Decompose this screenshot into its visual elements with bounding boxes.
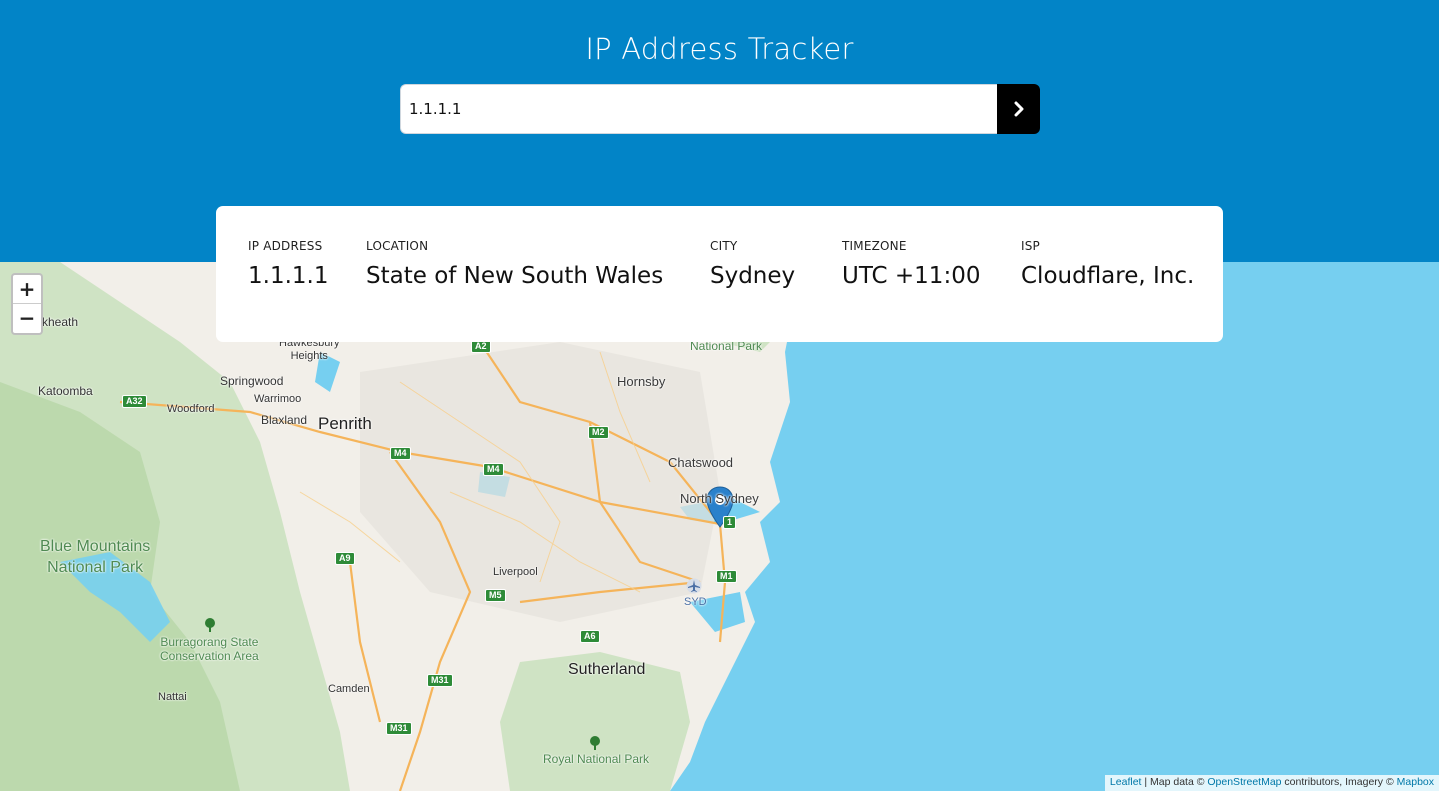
info-value: UTC +11:00 [842,263,981,289]
road-shield: M4 [390,447,411,460]
map-label-hornsby: Hornsby [617,374,666,389]
search-submit-button[interactable] [997,84,1040,134]
info-label: TIMEZONE [842,239,907,253]
map-label-camden: Camden [328,683,370,695]
info-label: CITY [710,239,738,253]
map-label-woodford: Woodford [167,403,215,415]
search-bar [400,84,1040,134]
zoom-in-button[interactable]: + [13,275,41,304]
map-label-north-sydney: North Sydney [680,491,759,506]
leaflet-link[interactable]: Leaflet [1110,776,1142,788]
attribution-text: | Map data © [1141,776,1208,788]
page-title: IP Address Tracker [585,32,854,66]
map-label-chatswood: Chatswood [668,455,734,470]
airport-icon [686,578,702,594]
info-card: IP ADDRESS 1.1.1.1 LOCATION State of New… [216,206,1223,342]
map-label-penrith: Penrith [318,414,372,433]
zoom-control: + − [11,273,43,335]
map-label-blaxland: Blaxland [261,413,308,427]
info-timezone: TIMEZONE UTC +11:00 [842,239,980,289]
osm-link[interactable]: OpenStreetMap [1207,776,1281,788]
road-shield: M31 [427,674,453,687]
map-label-liverpool: Liverpool [493,566,538,578]
map-label-royal-national-park: Royal National Park [543,752,650,766]
info-city: CITY Sydney [710,239,795,289]
road-shield: A6 [580,630,600,643]
road-shield: M4 [483,463,504,476]
info-ip-address: IP ADDRESS 1.1.1.1 [248,239,328,289]
road-shield: A32 [122,395,147,408]
info-label: LOCATION [366,239,429,253]
info-value: Cloudflare, Inc. [1021,263,1195,289]
park-icon [205,618,215,632]
road-shield: M5 [485,589,506,602]
info-label: ISP [1021,239,1040,253]
search-input[interactable] [400,84,998,134]
road-shield: 1 [723,516,737,529]
map-attribution: Leaflet | Map data © OpenStreetMap contr… [1104,775,1439,791]
info-location: LOCATION State of New South Wales [366,239,663,289]
zoom-out-button[interactable]: − [13,304,41,333]
map-label-sutherland: Sutherland [568,661,646,678]
park-icon [590,736,600,750]
info-value: 1.1.1.1 [248,263,329,289]
map-label-warrimoo: Warrimoo [254,393,302,405]
map-label-syd: SYD [684,596,707,608]
road-shield: A9 [335,552,355,565]
info-value: State of New South Wales [366,263,664,289]
info-value: Sydney [710,263,796,289]
info-isp: ISP Cloudflare, Inc. [1021,239,1194,289]
mapbox-link[interactable]: Mapbox [1397,776,1434,788]
info-label: IP ADDRESS [248,239,323,253]
map-label-blue-mountains: Blue Mountains National Park [40,538,151,576]
map-label-burragorang: Burragorang State Conservation Area [160,635,259,663]
road-shield: M31 [386,722,412,735]
map-label-katoomba: Katoomba [38,384,93,398]
map-label-springwood: Springwood [220,374,284,388]
attribution-text: contributors, Imagery © [1281,776,1397,788]
road-shield: M1 [716,570,737,583]
chevron-right-icon [1014,101,1023,117]
road-shield: M2 [588,426,609,439]
map-label-nattai: Nattai [158,691,187,703]
map-label-kheath: kheath [42,315,79,329]
